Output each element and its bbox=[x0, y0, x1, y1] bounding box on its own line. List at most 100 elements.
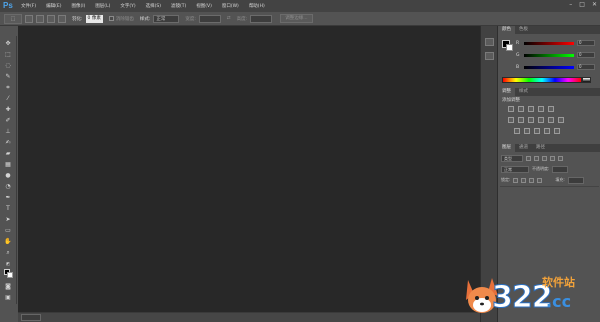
red-slider-track[interactable] bbox=[524, 41, 574, 45]
menu-window[interactable]: 窗口(W) bbox=[222, 3, 239, 9]
red-slider[interactable]: R 0 bbox=[516, 40, 596, 46]
document-canvas-area[interactable] bbox=[18, 26, 480, 312]
invert-icon[interactable] bbox=[514, 128, 520, 134]
shape-tool-icon[interactable]: ▭ bbox=[3, 227, 13, 234]
threshold-icon[interactable] bbox=[534, 128, 540, 134]
height-input[interactable] bbox=[250, 14, 273, 23]
black-white-icon[interactable] bbox=[528, 117, 534, 123]
menu-help[interactable]: 帮助(H) bbox=[249, 3, 265, 9]
menu-select[interactable]: 选择(S) bbox=[146, 3, 161, 9]
width-input[interactable] bbox=[198, 14, 221, 23]
color-lookup-icon[interactable] bbox=[558, 117, 564, 123]
lock-paint-icon[interactable] bbox=[521, 177, 527, 183]
tab-paths[interactable]: 路径 bbox=[532, 144, 549, 152]
add-selection-icon[interactable] bbox=[36, 14, 44, 23]
healing-brush-tool-icon[interactable]: ✚ bbox=[3, 106, 13, 113]
green-slider[interactable]: G 0 bbox=[516, 52, 596, 58]
blue-slider[interactable]: B 0 bbox=[516, 64, 596, 70]
levels-icon[interactable] bbox=[518, 106, 524, 112]
type-tool-icon[interactable]: T bbox=[3, 205, 13, 212]
quick-select-tool-icon[interactable]: ✎ bbox=[3, 73, 13, 80]
vibrance-icon[interactable] bbox=[548, 106, 554, 112]
exposure-icon[interactable] bbox=[538, 106, 544, 112]
eraser-tool-icon[interactable]: ▰ bbox=[3, 150, 13, 157]
filter-adjustment-icon[interactable] bbox=[534, 155, 539, 161]
minimize-button[interactable]: – bbox=[569, 1, 572, 8]
marquee-tool-icon[interactable]: ⬚ bbox=[3, 51, 13, 58]
hand-tool-icon[interactable]: ✋ bbox=[3, 238, 13, 245]
green-value-input[interactable]: 0 bbox=[577, 52, 595, 58]
screen-mode-icon[interactable]: ▣ bbox=[3, 294, 13, 301]
dodge-tool-icon[interactable]: ◔ bbox=[3, 183, 13, 190]
color-panel-background[interactable] bbox=[506, 44, 513, 51]
fill-input[interactable] bbox=[567, 176, 584, 184]
filter-type-icon[interactable] bbox=[542, 155, 547, 161]
eyedropper-tool-icon[interactable]: ⁄ bbox=[3, 95, 13, 102]
red-value-input[interactable]: 0 bbox=[577, 40, 595, 46]
hue-saturation-icon[interactable] bbox=[508, 117, 514, 123]
menu-layer[interactable]: 图层(L) bbox=[95, 3, 110, 9]
filter-shape-icon[interactable] bbox=[550, 155, 555, 161]
black-white-ramp[interactable] bbox=[582, 77, 591, 83]
filter-pixel-icon[interactable] bbox=[526, 155, 531, 161]
crop-tool-icon[interactable]: ⌗ bbox=[3, 84, 13, 91]
blur-tool-icon[interactable]: ● bbox=[3, 172, 13, 179]
move-tool-icon[interactable]: ✥ bbox=[3, 40, 13, 47]
color-spectrum-bar[interactable] bbox=[502, 77, 582, 83]
channel-mixer-icon[interactable] bbox=[548, 117, 554, 123]
layer-kind-select[interactable]: 类型 bbox=[501, 154, 523, 162]
path-select-tool-icon[interactable]: ➤ bbox=[3, 216, 13, 223]
tool-preset-picker[interactable]: ⬚ bbox=[4, 13, 22, 24]
blend-mode-select[interactable]: 正常 bbox=[501, 165, 529, 173]
feather-input[interactable]: 0 像素 bbox=[85, 14, 103, 23]
subtract-selection-icon[interactable] bbox=[47, 14, 55, 23]
zoom-field[interactable] bbox=[21, 314, 41, 321]
tab-styles[interactable]: 样式 bbox=[515, 88, 532, 96]
properties-panel-icon[interactable] bbox=[485, 52, 494, 60]
lock-position-icon[interactable] bbox=[529, 177, 535, 183]
brush-tool-icon[interactable]: ✐ bbox=[3, 117, 13, 124]
background-color-swatch[interactable] bbox=[7, 272, 13, 278]
tab-color[interactable]: 颜色 bbox=[498, 26, 515, 34]
style-select[interactable]: 正常 bbox=[153, 14, 180, 23]
menu-image[interactable]: 图像(I) bbox=[71, 3, 85, 9]
lock-transparent-icon[interactable] bbox=[513, 177, 519, 183]
menu-filter[interactable]: 滤镜(T) bbox=[171, 3, 186, 9]
tab-layers[interactable]: 图层 bbox=[498, 144, 515, 152]
lasso-tool-icon[interactable]: ◌ bbox=[3, 62, 13, 69]
brightness-icon[interactable] bbox=[508, 106, 514, 112]
tab-adjustments[interactable]: 调整 bbox=[498, 88, 515, 96]
intersect-selection-icon[interactable] bbox=[58, 14, 66, 23]
selective-color-icon[interactable] bbox=[554, 128, 560, 134]
default-colors-icon[interactable]: ◩ bbox=[3, 260, 13, 267]
color-balance-icon[interactable] bbox=[518, 117, 524, 123]
menu-file[interactable]: 文件(F) bbox=[21, 3, 36, 9]
photo-filter-icon[interactable] bbox=[538, 117, 544, 123]
green-slider-track[interactable] bbox=[524, 53, 574, 57]
menu-view[interactable]: 视图(V) bbox=[196, 3, 212, 9]
swap-icon[interactable]: ⇄ bbox=[227, 16, 231, 21]
gradient-map-icon[interactable] bbox=[544, 128, 550, 134]
zoom-tool-icon[interactable]: ⌕ bbox=[3, 249, 13, 256]
maximize-button[interactable]: □ bbox=[579, 1, 585, 8]
menu-type[interactable]: 文字(Y) bbox=[120, 3, 135, 9]
menu-edit[interactable]: 编辑(E) bbox=[46, 3, 61, 9]
clone-stamp-tool-icon[interactable]: ⊥ bbox=[3, 128, 13, 135]
filter-smart-icon[interactable] bbox=[558, 155, 563, 161]
blue-value-input[interactable]: 0 bbox=[577, 64, 595, 70]
new-selection-icon[interactable] bbox=[25, 14, 33, 23]
antialias-checkbox[interactable] bbox=[108, 16, 114, 21]
tab-swatches[interactable]: 色板 bbox=[515, 26, 532, 34]
refine-edge-button[interactable]: 调整边缘... bbox=[280, 14, 313, 23]
pen-tool-icon[interactable]: ✒ bbox=[3, 194, 13, 201]
quick-mask-icon[interactable]: ◙ bbox=[3, 283, 13, 290]
blue-slider-track[interactable] bbox=[524, 65, 574, 69]
history-brush-tool-icon[interactable]: ✍ bbox=[3, 139, 13, 146]
history-panel-icon[interactable] bbox=[485, 38, 494, 46]
close-button[interactable]: ✕ bbox=[592, 1, 597, 8]
opacity-input[interactable] bbox=[552, 165, 569, 173]
tab-channels[interactable]: 通道 bbox=[515, 144, 532, 152]
curves-icon[interactable] bbox=[528, 106, 534, 112]
gradient-tool-icon[interactable]: ▦ bbox=[3, 161, 13, 168]
posterize-icon[interactable] bbox=[524, 128, 530, 134]
